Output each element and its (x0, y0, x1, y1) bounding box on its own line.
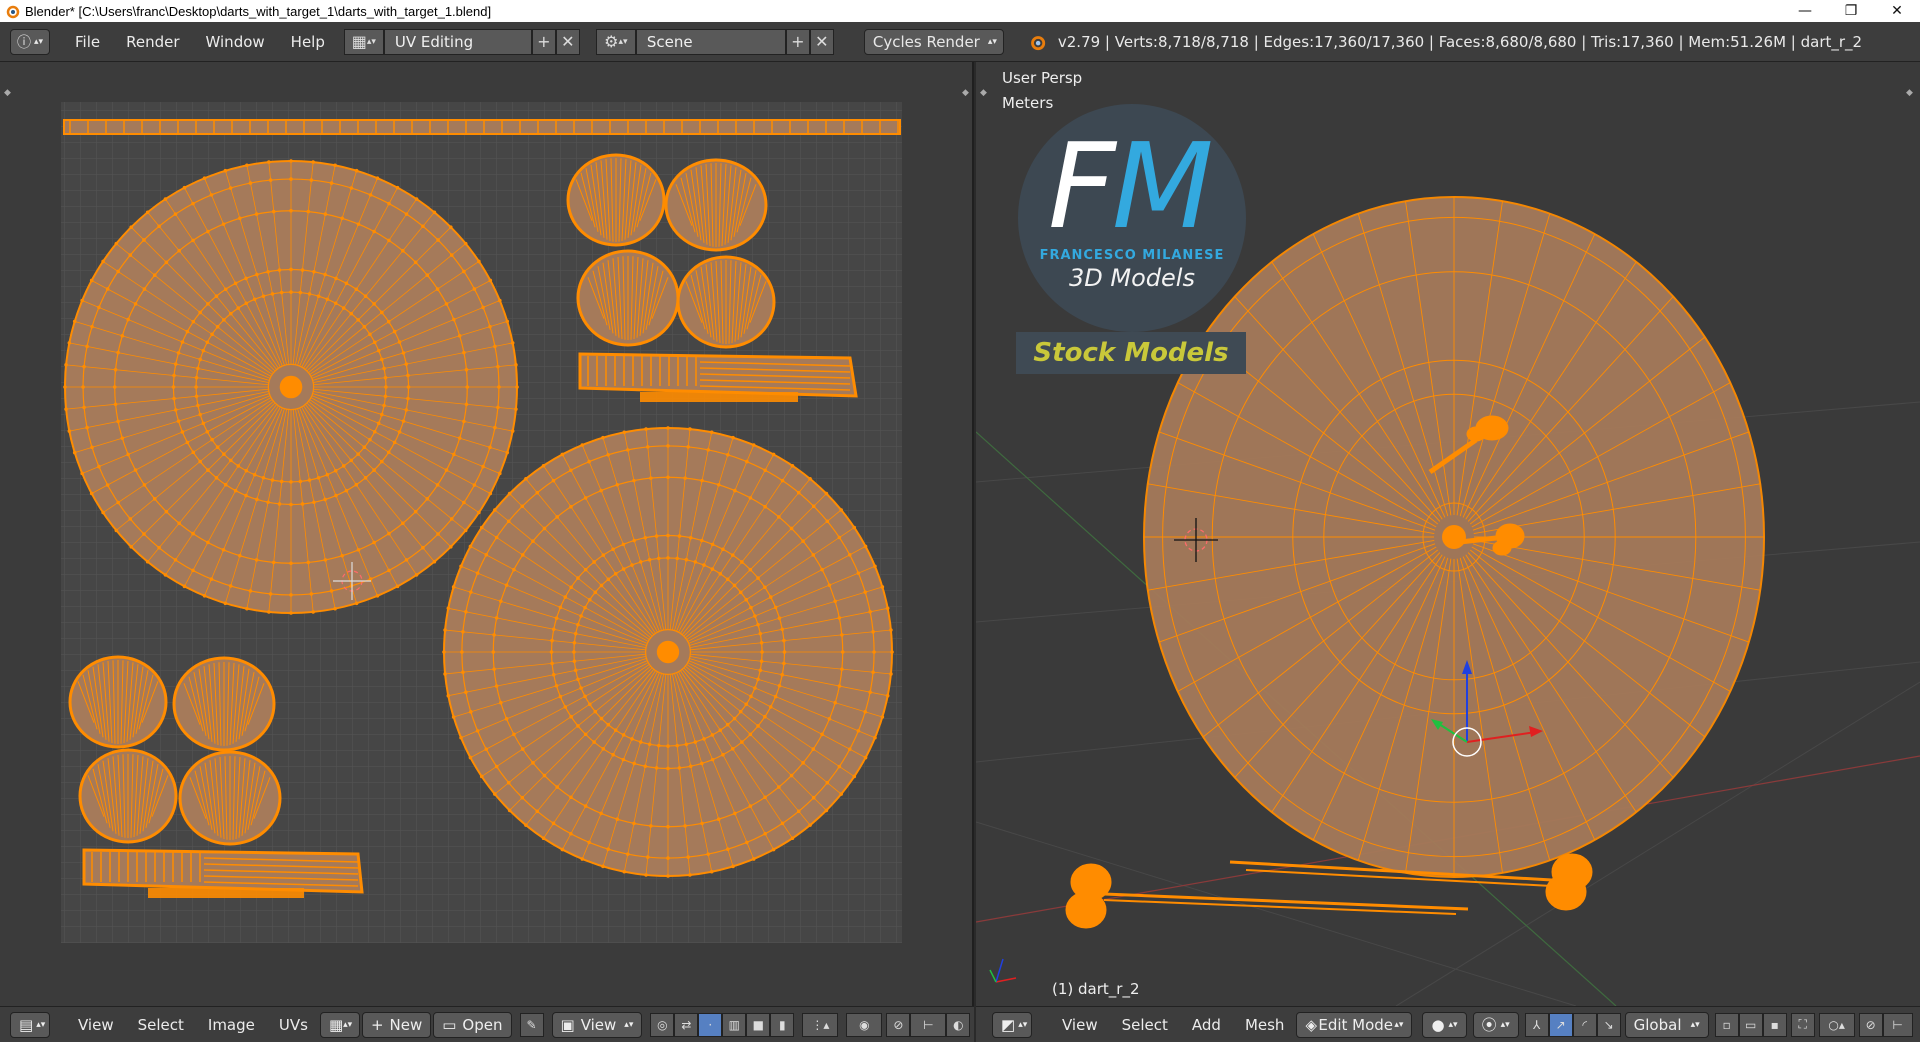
island-select-icon[interactable]: ▮ (770, 1012, 795, 1037)
transform-orientation-dropdown[interactable]: Global ▴▾ (1624, 1011, 1709, 1038)
menu-window[interactable]: Window (193, 29, 278, 55)
uv-overlay-icon[interactable]: ◐ (946, 1012, 971, 1037)
editor-type-info-button[interactable]: ⓘ ▴▾ (10, 28, 50, 55)
3d-menu-view[interactable]: View (1050, 1016, 1110, 1034)
window-titlebar: Blender* [C:\Users\franc\Desktop\darts_w… (0, 0, 1920, 22)
image-browse-button[interactable]: ▦ ▴▾ (319, 1011, 360, 1038)
pivot-icon[interactable]: ◎ (650, 1012, 675, 1037)
3d-view-header: ◩ ▴▾ View Select Add Mesh ◈ Edit Mode ▴▾ ● ▴… (976, 1006, 1920, 1042)
logo-author-name: FRANCESCO MILANESE (1039, 248, 1225, 263)
pin-icon[interactable]: ✎ (519, 1012, 544, 1037)
snap-icon[interactable]: ⊘ (886, 1012, 911, 1037)
solid-shading-icon: ● (1431, 1015, 1445, 1034)
pivot-point-icon: ⦿ (1481, 1016, 1497, 1034)
info-icon: ⓘ (16, 34, 31, 51)
3d-snap-target-icon[interactable]: ⊢ (1882, 1012, 1913, 1037)
image-icon: ▦ (328, 1015, 344, 1034)
plus-icon: + (370, 1015, 384, 1034)
add-scene-icon[interactable]: + (785, 28, 810, 55)
edge-select-mode-icon[interactable]: ▭ (1738, 1012, 1763, 1037)
stock-models-banner: Stock Models (1016, 332, 1246, 374)
face-select-mode-icon[interactable]: ▪ (1762, 1012, 1787, 1037)
restore-button[interactable]: ❐ (1828, 0, 1874, 22)
blender-logo-icon (1030, 35, 1046, 50)
menu-help[interactable]: Help (278, 29, 338, 55)
dropdown-arrow-icon: ▴▾ (987, 36, 997, 47)
3d-menu-mesh[interactable]: Mesh (1233, 1016, 1297, 1034)
screen-layout-field[interactable]: UV Editing (383, 28, 532, 55)
info-header: ⓘ ▴▾ File Render Window Help ▦ ▴▾ UV Editi… (0, 22, 1920, 62)
3d-menu-select[interactable]: Select (1110, 1016, 1180, 1034)
scene-selector: ⚙ ▴▾ Scene + ✕ (595, 28, 834, 55)
snap-target-icon[interactable]: ⊢ (910, 1012, 947, 1037)
uv-image-editor[interactable]: ◆ ◆ (0, 62, 974, 1006)
uv-canvas[interactable] (0, 62, 974, 1006)
proportional-editing-icon[interactable]: ○▴ (1818, 1012, 1855, 1037)
shading-dropdown[interactable]: ● ▴▾ (1422, 1011, 1467, 1038)
logo-fm-letters: FM (1048, 117, 1214, 255)
3d-menu-add[interactable]: Add (1180, 1016, 1233, 1034)
active-object-label: (1) dart_r_2 (1052, 980, 1140, 998)
view-axes-widget (989, 958, 1017, 983)
view-name-label: User Persp (1002, 69, 1083, 87)
vertex-select-icon[interactable]: · (698, 1012, 723, 1037)
translate-manipulator-icon[interactable]: ↗ (1548, 1012, 1573, 1037)
sticky-mode-icon[interactable]: ⋮▴ (802, 1012, 839, 1037)
pivot-point-dropdown[interactable]: ⦿ ▴▾ (1472, 1011, 1519, 1038)
uv-island-target-front (63, 159, 519, 615)
uv-island-strip (63, 119, 901, 135)
proportional-edit-icon[interactable]: ◉ (846, 1012, 883, 1037)
new-image-button[interactable]: + New (361, 1011, 432, 1038)
folder-icon: ▭ (442, 1015, 457, 1034)
manipulator-toggle-icon[interactable]: ⅄ (1524, 1012, 1549, 1037)
region-toggle-left-icon[interactable]: ◆ (4, 88, 14, 98)
edge-select-icon[interactable]: ▥ (722, 1012, 747, 1037)
delete-screen-icon[interactable]: ✕ (555, 28, 580, 55)
blender-app-icon (6, 5, 20, 19)
rotate-manipulator-icon[interactable]: ◜ (1572, 1012, 1597, 1037)
close-button[interactable]: ✕ (1874, 0, 1920, 22)
minimize-button[interactable]: — (1782, 0, 1828, 22)
region-toggle-right-icon[interactable]: ◆ (962, 88, 972, 98)
render-engine-label: Cycles Render (872, 32, 980, 51)
uv-menu-image[interactable]: Image (196, 1016, 267, 1034)
3d-editor-type-button[interactable]: ◩ ▴▾ (992, 1011, 1032, 1038)
uv-editor-type-button[interactable]: ▤ ▴▾ (10, 1011, 50, 1038)
image-editor-icon: ▤ (19, 1015, 34, 1034)
open-image-button[interactable]: ▭ Open (433, 1011, 512, 1038)
scale-manipulator-icon[interactable]: ↘ (1596, 1012, 1621, 1037)
toolshelf-toggle-icon[interactable]: ◆ (980, 88, 990, 98)
menu-render[interactable]: Render (113, 29, 192, 55)
render-engine-dropdown[interactable]: Cycles Render ▴▾ (863, 28, 1004, 55)
3d-snap-icon[interactable]: ⊘ (1858, 1012, 1883, 1037)
scene-field[interactable]: Scene (635, 28, 786, 55)
main-menu: File Render Window Help (62, 29, 338, 55)
delete-scene-icon[interactable]: ✕ (809, 28, 834, 55)
cube-icon: ◩ (1001, 1015, 1016, 1034)
face-select-icon[interactable]: ■ (746, 1012, 771, 1037)
menu-file[interactable]: File (62, 29, 113, 55)
fm-3d-models-logo: FM FRANCESCO MILANESE 3D Models (1018, 104, 1246, 332)
scene-statistics: v2.79 | Verts:8,718/8,718 | Edges:17,360… (1057, 32, 1863, 51)
screen-layout-selector: ▦ ▴▾ UV Editing + ✕ (343, 28, 580, 55)
logo-3d-models-text: 3D Models (1069, 264, 1195, 292)
edit-mode-icon: ◈ (1305, 1015, 1317, 1034)
scene-icon[interactable]: ⚙ ▴▾ (595, 28, 636, 55)
add-screen-icon[interactable]: + (531, 28, 556, 55)
uv-editor-header: ▤ ▴▾ View Select Image UVs ▦ ▴▾ + New ▭ Open… (0, 1006, 974, 1042)
uv-menu-view[interactable]: View (66, 1016, 126, 1034)
limit-selection-icon[interactable]: ⛶ (1790, 1012, 1815, 1037)
screen-layout-icon[interactable]: ▦ ▴▾ (343, 28, 384, 55)
uv-menu-uvs[interactable]: UVs (267, 1016, 320, 1034)
window-title: Blender* [C:\Users\franc\Desktop\darts_w… (25, 3, 492, 19)
stock-models-text: Stock Models (1033, 338, 1229, 368)
mode-dropdown[interactable]: ◈ Edit Mode ▴▾ (1296, 1011, 1413, 1038)
sync-selection-icon[interactable]: ⇄ (674, 1012, 699, 1037)
view-mode-icon: ▣ (560, 1015, 575, 1034)
uv-island-target-back (442, 426, 894, 878)
view-mode-dropdown[interactable]: ▣ View ▴▾ (551, 1011, 643, 1038)
uv-menu-select[interactable]: Select (126, 1016, 196, 1034)
vertex-select-mode-icon[interactable]: ▫ (1714, 1012, 1739, 1037)
properties-toggle-icon[interactable]: ◆ (1906, 88, 1916, 98)
